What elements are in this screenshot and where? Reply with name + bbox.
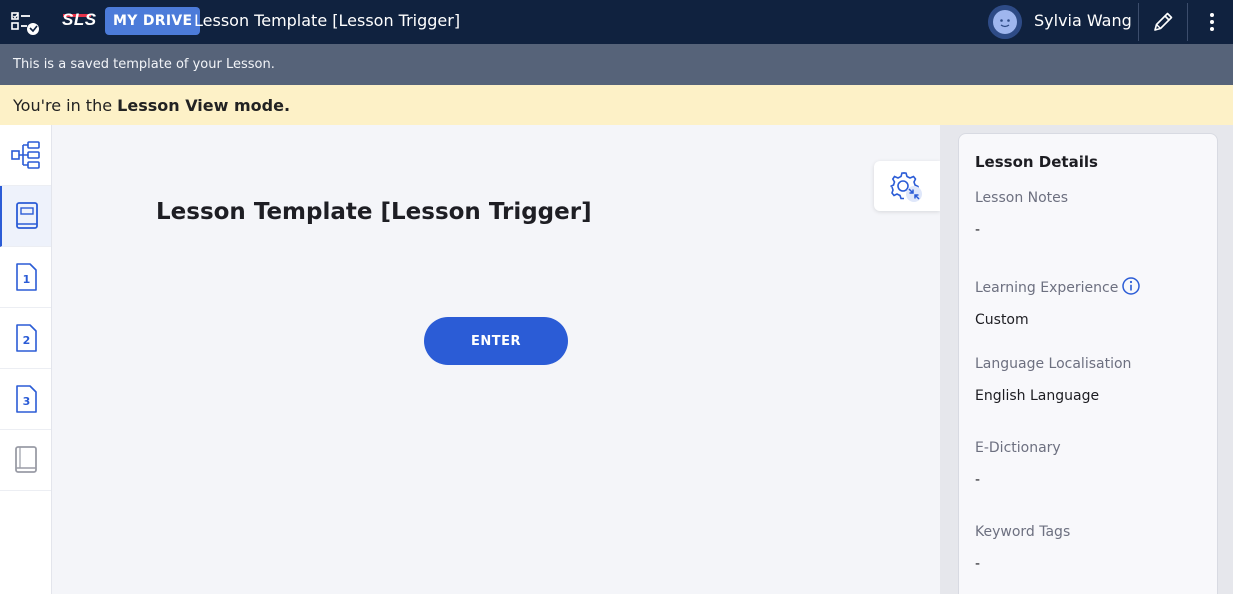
template-info-strip: This is a saved template of your Lesson. <box>0 44 1233 85</box>
enter-button[interactable]: ENTER <box>424 317 568 365</box>
sidebar-item-section-3[interactable]: 3 <box>0 369 51 430</box>
sidebar-item-lesson-end[interactable] <box>0 430 51 491</box>
user-name[interactable]: Sylvia Wang <box>1034 11 1132 30</box>
mode-banner-prefix: You're in the <box>13 96 118 115</box>
pencil-icon[interactable] <box>1150 9 1176 35</box>
lesson-notes-value: - <box>975 222 981 238</box>
lesson-details-title: Lesson Details <box>975 153 1098 171</box>
settings-panel-toggle[interactable] <box>874 161 940 211</box>
learning-experience-value: Custom <box>975 312 1029 328</box>
page-number-icon: 2 <box>15 324 37 352</box>
avatar[interactable] <box>988 5 1022 39</box>
info-icon[interactable] <box>1122 277 1141 295</box>
learning-experience-label: Learning Experience <box>975 277 1141 296</box>
more-vertical-icon[interactable] <box>1200 9 1224 35</box>
lesson-main-area: Lesson Template [Lesson Trigger] ENTER <box>52 125 940 594</box>
book-icon <box>15 202 38 229</box>
sidebar-item-lesson-map[interactable] <box>0 125 51 186</box>
settings-collapse-icon <box>890 172 922 202</box>
e-dictionary-label: E-Dictionary <box>975 440 1061 456</box>
sidebar-item-section-1[interactable]: 1 <box>0 247 51 308</box>
mode-banner: You're in the Lesson View mode. <box>0 85 1233 125</box>
my-drive-badge[interactable]: MY DRIVE <box>105 7 201 35</box>
page-number-icon: 1 <box>15 263 37 291</box>
sidebar-item-lesson-cover[interactable] <box>0 186 51 247</box>
e-dictionary-value: - <box>975 472 981 488</box>
section-number: 3 <box>22 395 30 408</box>
lesson-details-card: Lesson Details Lesson Notes - Learning E… <box>958 133 1218 594</box>
topbar-divider <box>1138 3 1139 41</box>
language-localisation-value: English Language <box>975 388 1100 404</box>
template-info-text: This is a saved template of your Lesson. <box>13 57 275 72</box>
section-number: 1 <box>22 273 30 286</box>
lesson-notes-label: Lesson Notes <box>975 190 1069 206</box>
section-number: 2 <box>22 334 30 347</box>
tree-map-icon <box>10 141 40 169</box>
lesson-title: Lesson Template [Lesson Trigger] <box>156 199 592 225</box>
keyword-tags-value: - <box>975 556 981 572</box>
page-number-icon: 3 <box>15 385 37 413</box>
learning-experience-label-text: Learning Experience <box>975 280 1119 296</box>
lesson-sidebar: 1 2 3 <box>0 125 52 594</box>
mode-banner-text: You're in the Lesson View mode. <box>13 96 290 115</box>
keyword-tags-label: Keyword Tags <box>975 524 1071 540</box>
app-checklist-icon[interactable] <box>10 10 42 36</box>
sls-logo[interactable]: SLS <box>62 10 97 30</box>
language-localisation-label: Language Localisation <box>975 356 1132 372</box>
sidebar-item-section-2[interactable]: 2 <box>0 308 51 369</box>
page-title: Lesson Template [Lesson Trigger] <box>194 11 461 30</box>
topbar-divider <box>1187 3 1188 41</box>
mode-banner-mode: Lesson View mode. <box>117 96 291 115</box>
top-bar: SLS MY DRIVE Lesson Template [Lesson Tri… <box>0 0 1233 44</box>
book-closed-icon <box>14 446 37 473</box>
